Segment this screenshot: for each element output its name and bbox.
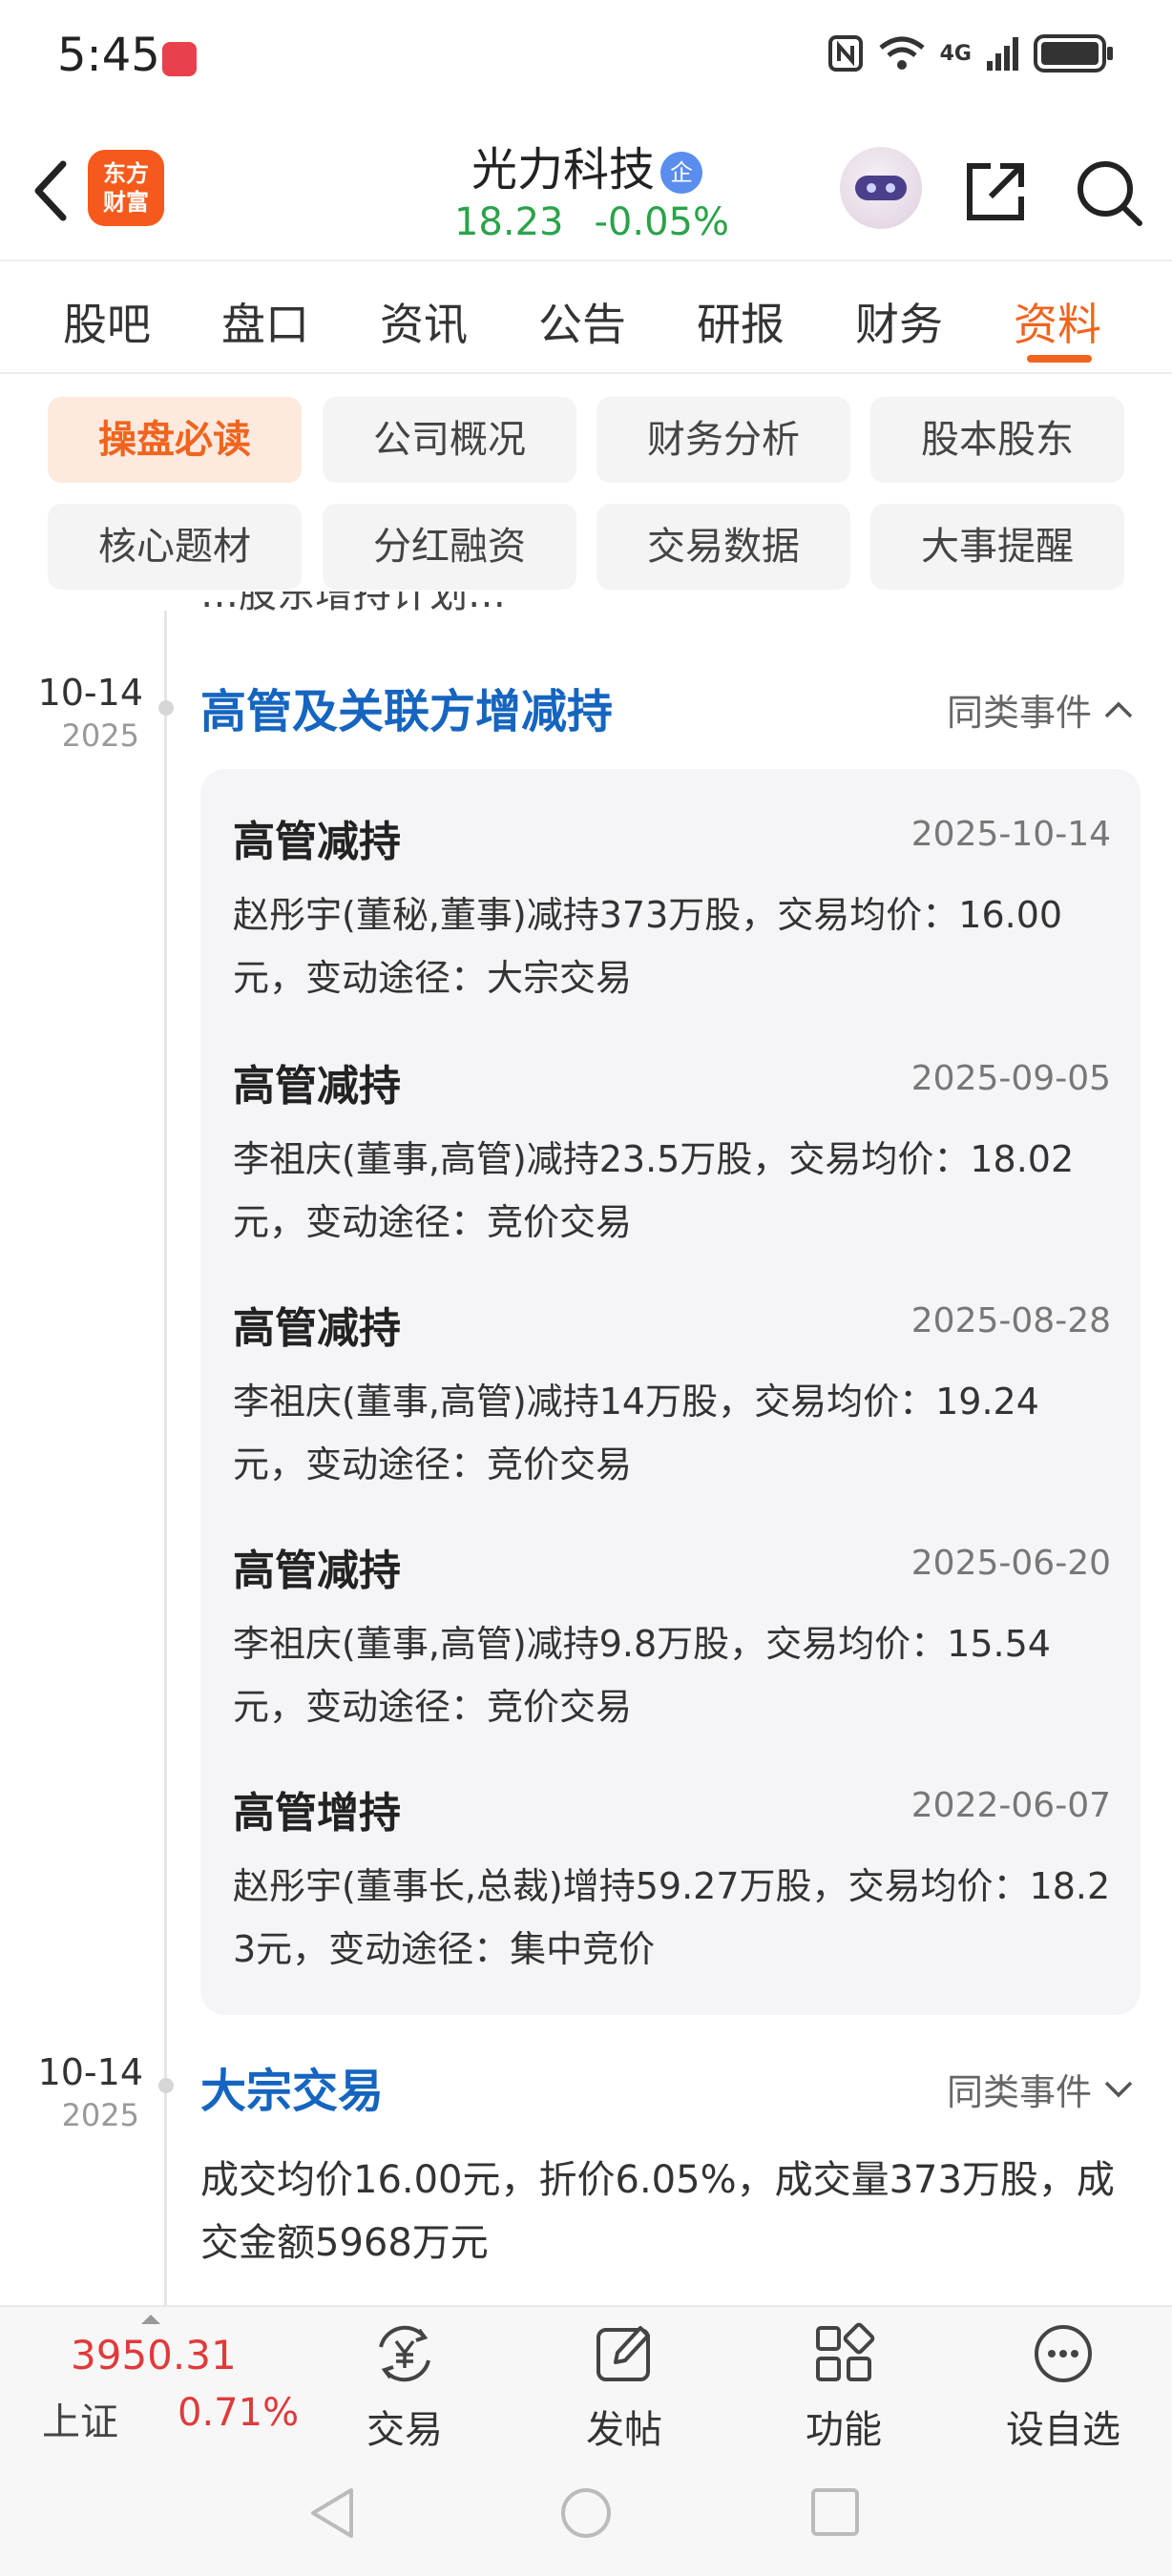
functions-label: 功能 [806, 2408, 882, 2452]
stock-name-text: 光力科技 [471, 143, 655, 197]
nfc-icon [827, 35, 863, 72]
index-change[interactable]: 0.71% [178, 2391, 299, 2435]
post-button[interactable]: 发帖 [548, 2320, 701, 2454]
item-text: 李祖庆(董事,高管)减持23.5万股，交易均价：18.02元，变动途径：竞价交易 [233, 1138, 1075, 1243]
app-logo[interactable]: 东方财富 [88, 150, 164, 226]
main-tabs: 股吧 盘口 资讯 公告 研报 财务 资料 [0, 260, 1172, 374]
wifi-icon [879, 36, 925, 70]
subtab-event-reminders[interactable]: 大事提醒 [870, 504, 1124, 590]
notification-app-icon [162, 42, 197, 76]
search-icon[interactable] [1075, 158, 1143, 227]
active-tab-indicator [1027, 355, 1092, 363]
list-item: 高管减持 2025-10-14 赵彤宇(董秘,董事)减持373万股，交易均价：16… [233, 807, 1111, 1009]
item-title: 高管减持 [233, 1547, 401, 1595]
event-year: 2025 [61, 2097, 139, 2133]
event-title[interactable]: 高管及关联方增减持 [200, 674, 613, 740]
trade-yen-icon [379, 2325, 430, 2382]
add-watchlist-button[interactable]: 设自选 [987, 2320, 1140, 2454]
subtab-trading-data[interactable]: 交易数据 [596, 504, 850, 590]
tab-pankou[interactable]: 盘口 [221, 290, 309, 353]
event-year: 2025 [61, 717, 139, 754]
stock-price: 18.23 [453, 200, 564, 244]
system-nav-bar [0, 2450, 1172, 2576]
list-item: 高管减持 2025-08-28 李祖庆(董事,高管)减持14万股，交易均价：19.… [233, 1294, 1111, 1496]
status-time: 5:45 [57, 29, 160, 82]
timeline-dot [158, 2078, 174, 2093]
subtab-financial-analysis[interactable]: 财务分析 [596, 397, 850, 483]
tab-profile[interactable]: 资料 [1014, 290, 1101, 353]
item-date: 2025-09-05 [910, 1059, 1111, 1098]
similar-events-label: 同类事件 [946, 2071, 1092, 2113]
caret-up-icon [141, 2315, 160, 2324]
index-value[interactable]: 3950.31 [71, 2332, 237, 2379]
status-bar: 5:45 4G [0, 0, 1172, 114]
more-circle-icon [1035, 2325, 1092, 2382]
item-date: 2025-08-28 [910, 1301, 1111, 1340]
item-title: 高管减持 [233, 818, 401, 866]
tab-finance[interactable]: 财务 [855, 290, 943, 353]
post-label: 发帖 [586, 2408, 662, 2452]
event-date: 10-14 [37, 2051, 143, 2093]
share-icon[interactable] [962, 158, 1029, 225]
stock-header: 东方财富 光力科技企 18.23 -0.05% [0, 124, 1172, 258]
trade-label: 交易 [366, 2408, 443, 2452]
app-logo-text: 东方财富 [103, 160, 149, 216]
ai-assistant-icon[interactable] [840, 147, 922, 229]
subtab-shareholders[interactable]: 股本股东 [870, 397, 1124, 483]
chevron-up-icon [1104, 701, 1133, 717]
item-date: 2022-06-07 [910, 1786, 1111, 1825]
battery-icon [1034, 34, 1113, 73]
subtab-core-themes[interactable]: 核心题材 [48, 504, 302, 590]
list-item: 高管减持 2025-06-20 李祖庆(董事,高管)减持9.8万股，交易均价：15… [233, 1536, 1111, 1738]
timeline-line [164, 611, 167, 2309]
index-name[interactable]: 上证 [42, 2391, 118, 2446]
cutoff-text: …股东增持计划… [200, 592, 506, 616]
back-arrow-icon[interactable] [21, 153, 78, 229]
nav-back-icon[interactable] [305, 2484, 359, 2542]
subtab-company-overview[interactable]: 公司概况 [323, 397, 576, 483]
item-text: 赵彤宇(董事长,总裁)增持59.27万股，交易均价：18.23元，变动途径：集中… [233, 1865, 1111, 1970]
add-watchlist-label: 设自选 [1006, 2408, 1120, 2452]
chevron-down-icon [1104, 2081, 1133, 2097]
tab-guba[interactable]: 股吧 [63, 290, 151, 353]
grid-apps-icon [816, 2322, 875, 2381]
event-detail-card: 高管减持 2025-10-14 赵彤宇(董秘,董事)减持373万股，交易均价：16… [200, 769, 1141, 2015]
bottom-toolbar: 3950.31 上证 0.71% 交易 发帖 功能 设自选 [0, 2305, 1172, 2452]
stock-quote: 18.23 -0.05% [401, 200, 783, 244]
similar-events-toggle[interactable]: 同类事件 [947, 683, 1134, 736]
event-description: 成交均价16.00元，折价6.05%，成交量373万股，成交金额5968万元 [200, 2158, 1115, 2265]
status-icons: 4G [827, 32, 1115, 74]
tab-announcements[interactable]: 公告 [538, 290, 626, 353]
tab-research[interactable]: 研报 [697, 290, 785, 353]
item-date: 2025-06-20 [910, 1544, 1111, 1583]
item-title: 高管减持 [233, 1062, 401, 1111]
trade-button[interactable]: 交易 [328, 2320, 481, 2454]
company-badge-icon: 企 [660, 152, 702, 194]
stock-change: -0.05% [594, 200, 730, 244]
nav-home-icon[interactable] [557, 2484, 615, 2542]
item-title: 高管减持 [233, 1304, 401, 1353]
network-type: 4G [939, 41, 972, 66]
event-title[interactable]: 大宗交易 [200, 2053, 384, 2120]
functions-button[interactable]: 功能 [767, 2320, 920, 2454]
nav-recents-icon[interactable] [809, 2486, 861, 2540]
list-item: 高管减持 2025-09-05 李祖庆(董事,高管)减持23.5万股，交易均价：1… [233, 1051, 1111, 1254]
tab-news[interactable]: 资讯 [380, 290, 468, 353]
item-text: 李祖庆(董事,高管)减持14万股，交易均价：19.24元，变动途径：竞价交易 [233, 1381, 1039, 1485]
signal-icon [987, 37, 1018, 71]
subtab-must-read[interactable]: 操盘必读 [48, 397, 302, 483]
subtab-dividends-financing[interactable]: 分红融资 [323, 504, 576, 590]
stock-name: 光力科技企 [382, 132, 792, 198]
item-text: 李祖庆(董事,高管)减持9.8万股，交易均价：15.54元，变动途径：竞价交易 [233, 1623, 1051, 1728]
edit-post-icon [596, 2326, 650, 2381]
list-item: 高管增持 2022-06-07 赵彤宇(董事长,总裁)增持59.27万股，交易均价… [233, 1778, 1111, 1981]
item-text: 赵彤宇(董秘,董事)减持373万股，交易均价：16.00元，变动途径：大宗交易 [233, 894, 1063, 999]
item-date: 2025-10-14 [910, 815, 1111, 854]
similar-events-toggle[interactable]: 同类事件 [947, 2063, 1134, 2115]
similar-events-label: 同类事件 [946, 692, 1092, 734]
item-title: 高管增持 [233, 1789, 401, 1838]
event-date: 10-14 [37, 672, 143, 714]
timeline-dot [158, 700, 174, 716]
